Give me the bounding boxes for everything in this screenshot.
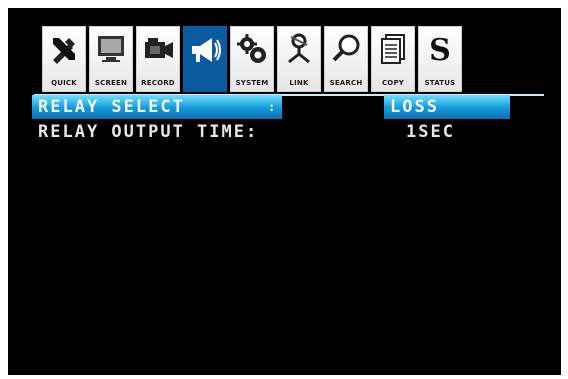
tab-alarm[interactable] (183, 26, 227, 92)
tab-screen[interactable]: SCREEN (89, 26, 133, 92)
relay-output-time-value[interactable]: 1SEC (384, 120, 455, 144)
magnifier-icon (328, 31, 364, 67)
tab-status[interactable]: S STATUS (418, 26, 462, 92)
relay-output-time-row[interactable]: RELAY OUTPUT TIME: 1SEC (32, 120, 542, 144)
relay-select-value[interactable]: LOSS (384, 95, 510, 119)
relay-select-row[interactable]: RELAY SELECT: LOSS (32, 95, 542, 119)
tab-copy-label: COPY (381, 79, 405, 87)
tab-copy[interactable]: COPY (371, 26, 415, 92)
tab-status-label: STATUS (424, 79, 456, 87)
tab-system-label: SYSTEM (235, 79, 269, 87)
tab-record[interactable]: RECORD (136, 26, 180, 92)
tab-search[interactable]: SEARCH (324, 26, 368, 92)
tab-system[interactable]: SYSTEM (230, 26, 274, 92)
relay-output-time-label: RELAY OUTPUT TIME: (38, 122, 259, 142)
alarm-speaker-icon (187, 31, 223, 67)
network-icon (281, 31, 317, 67)
status-s-icon: S (422, 31, 458, 67)
dvr-menu-screen: QUICK SCREEN RECORD SYSTEM LINK SEARCH C… (8, 8, 561, 375)
tab-quick[interactable]: QUICK (42, 26, 86, 92)
tab-screen-label: SCREEN (94, 79, 128, 87)
gears-icon (234, 31, 270, 67)
tab-link-label: LINK (289, 79, 309, 87)
tab-search-label: SEARCH (329, 79, 363, 87)
monitor-icon (93, 31, 129, 67)
copy-icon (375, 31, 411, 67)
tab-link[interactable]: LINK (277, 26, 321, 92)
menu-toolbar: QUICK SCREEN RECORD SYSTEM LINK SEARCH C… (42, 26, 465, 94)
tab-record-label: RECORD (141, 79, 175, 87)
camcorder-icon (140, 31, 176, 67)
tab-quick-label: QUICK (51, 79, 77, 87)
relay-select-label: RELAY SELECT: (32, 95, 282, 119)
tools-icon (46, 31, 82, 67)
svg-text:S: S (429, 33, 451, 66)
